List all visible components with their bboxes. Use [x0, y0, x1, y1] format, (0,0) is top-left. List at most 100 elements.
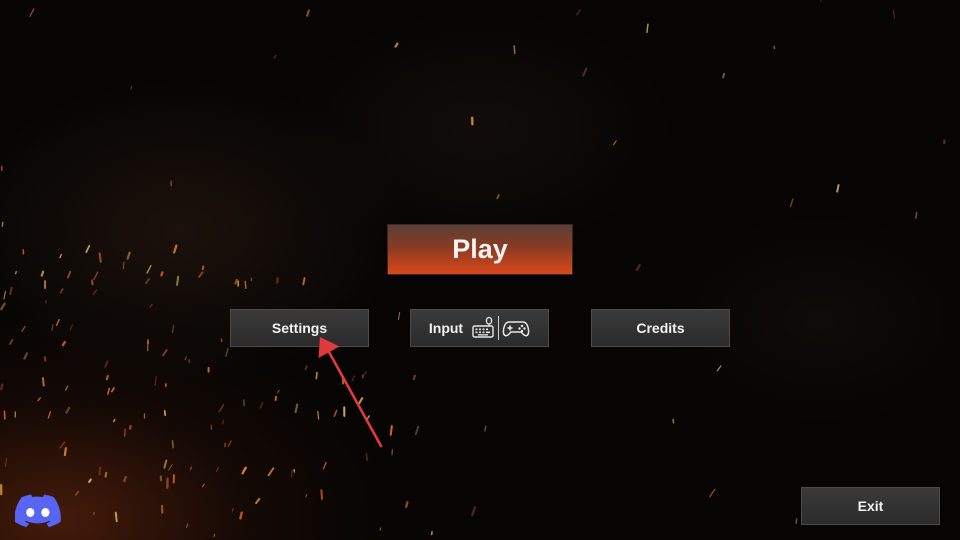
- ember-particle: [146, 264, 152, 274]
- ember-particle: [365, 415, 370, 422]
- ember-particle: [40, 270, 45, 277]
- ember-particle: [59, 441, 66, 449]
- ember-particle: [239, 511, 243, 520]
- ember-particle: [107, 387, 110, 395]
- input-button-label: Input: [428, 320, 464, 336]
- ember-particle: [93, 271, 99, 281]
- icon-separator: [498, 316, 500, 340]
- ember-particle: [171, 440, 174, 449]
- ember-particle: [3, 290, 6, 300]
- ember-particle: [333, 409, 338, 417]
- exit-button[interactable]: Exit: [801, 487, 940, 525]
- ember-particle: [365, 452, 369, 462]
- ember-particle: [74, 490, 80, 496]
- ember-particle: [173, 244, 178, 254]
- ember-particle: [362, 371, 367, 376]
- ember-particle: [294, 403, 299, 414]
- ember-particle: [1, 221, 4, 228]
- ember-particle: [304, 365, 308, 371]
- ember-particle: [234, 278, 238, 285]
- ember-particle: [290, 469, 293, 478]
- ember-particle: [37, 397, 41, 402]
- ember-particle: [0, 302, 6, 311]
- ember-particle: [184, 356, 187, 361]
- ember-particle: [635, 264, 641, 272]
- ember-particle: [47, 411, 52, 419]
- ember-particle: [389, 425, 393, 436]
- ember-particle: [351, 375, 355, 382]
- ember-particle: [69, 324, 74, 331]
- ember-particle: [358, 397, 364, 405]
- ember-particle: [414, 425, 420, 436]
- ember-particle: [41, 377, 45, 387]
- ember-particle: [176, 275, 180, 286]
- ember-particle: [149, 304, 153, 308]
- credits-button[interactable]: Credits: [591, 309, 730, 347]
- input-button[interactable]: Input: [410, 309, 549, 347]
- ember-particle: [213, 533, 216, 538]
- ember-particle: [123, 475, 127, 483]
- ember-particle: [51, 324, 54, 332]
- ember-particle: [302, 277, 306, 286]
- ember-particle: [582, 67, 588, 77]
- play-button-label: Play: [452, 234, 508, 264]
- ember-particle: [122, 261, 125, 270]
- ember-particle: [394, 42, 399, 48]
- ember-particle: [709, 488, 716, 498]
- ember-particle: [104, 360, 109, 368]
- ember-particle: [231, 507, 234, 512]
- play-button[interactable]: Play: [387, 224, 573, 275]
- keyboard-mouse-icon: [472, 316, 494, 338]
- ember-particle: [185, 523, 189, 528]
- ember-particle: [9, 338, 14, 345]
- ember-particle: [29, 8, 35, 17]
- credits-button-label: Credits: [636, 320, 685, 336]
- discord-icon[interactable]: [15, 494, 61, 528]
- ember-particle: [4, 457, 8, 468]
- ember-particle: [85, 245, 91, 253]
- ember-particle: [114, 511, 118, 523]
- ember-particle: [110, 387, 115, 393]
- ember-particle: [168, 463, 173, 471]
- ember-particle: [198, 271, 204, 278]
- ember-particle: [277, 389, 280, 393]
- ember-particle: [65, 385, 69, 391]
- main-menu-screen: Play Settings Input Credits Exit: [0, 0, 960, 540]
- ember-particle: [646, 23, 649, 34]
- ember-particle: [576, 9, 581, 16]
- input-device-icons: [471, 316, 530, 340]
- ember-particle: [63, 447, 67, 457]
- gamepad-icon: [502, 321, 530, 337]
- ember-particle: [405, 501, 409, 509]
- ember-particle: [379, 527, 382, 531]
- ember-particle: [306, 9, 310, 17]
- ember-particle: [305, 494, 308, 498]
- ember-particle: [154, 375, 157, 387]
- ember-particle: [61, 340, 67, 347]
- ember-particle: [513, 45, 516, 55]
- ember-particle: [267, 467, 275, 477]
- ember-particle: [104, 471, 108, 478]
- ember-particle: [221, 419, 225, 425]
- ember-particle: [66, 270, 72, 279]
- ember-particle: [215, 466, 220, 473]
- ember-particle: [225, 348, 229, 357]
- ember-particle: [98, 466, 102, 476]
- ember-particle: [65, 406, 71, 414]
- settings-button-label: Settings: [271, 320, 328, 336]
- ember-particle: [789, 198, 794, 208]
- ember-particle: [716, 365, 722, 372]
- ember-particle: [795, 518, 798, 524]
- ember-particle: [241, 466, 247, 475]
- ember-particle: [88, 478, 92, 484]
- ember-particle: [322, 461, 327, 470]
- ember-particle: [9, 286, 13, 295]
- settings-button[interactable]: Settings: [230, 309, 369, 347]
- ember-particle: [315, 371, 318, 380]
- ember-particle: [255, 498, 261, 505]
- ember-particle: [484, 425, 487, 432]
- ember-particle: [0, 383, 4, 391]
- ember-particle: [163, 459, 168, 469]
- ember-particle: [201, 483, 205, 488]
- ember-particle: [126, 251, 131, 260]
